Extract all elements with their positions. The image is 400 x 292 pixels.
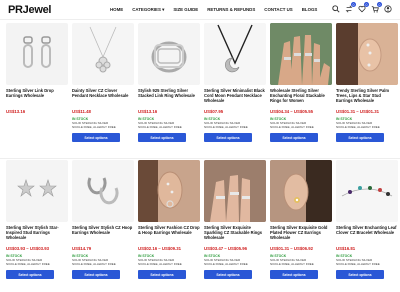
product-price: US$04.34 – US$05.55 bbox=[270, 109, 314, 114]
product-price: US$13.16 bbox=[6, 109, 26, 114]
product-image[interactable] bbox=[270, 160, 332, 222]
product-image[interactable] bbox=[336, 23, 398, 85]
feature-bullet: NICKLE FREE, ALLERGY FREE bbox=[72, 125, 116, 130]
product-card[interactable]: Sterling Silver Stylish Star-Inspired St… bbox=[6, 160, 68, 280]
cart-icon[interactable]: 0 bbox=[370, 2, 382, 13]
product-price: US$03.93 – US$03.93 bbox=[6, 246, 50, 251]
nav-home[interactable]: HOME bbox=[110, 7, 123, 13]
product-image[interactable] bbox=[72, 23, 134, 85]
feature-bullet: NICKLE FREE, ALLERGY FREE bbox=[270, 125, 314, 130]
nav-categories[interactable]: CATEGORIES ▾ bbox=[132, 7, 164, 13]
compare-badge: 0 bbox=[351, 2, 356, 7]
product-price: US$13.16 bbox=[138, 109, 158, 114]
nav-returns[interactable]: RETURNS & REFUNDS bbox=[207, 7, 255, 13]
select-options-button[interactable]: Select options bbox=[72, 133, 120, 143]
cart-badge: 0 bbox=[377, 2, 382, 7]
product-title[interactable]: Trendy Sterling Silver Palm Trees, Lips … bbox=[336, 88, 398, 108]
product-card[interactable]: Dainty Silver CZ Clover Pendant Necklace… bbox=[72, 23, 134, 143]
product-title[interactable]: Stylish 925 Sterling Silver Stacked Link… bbox=[138, 88, 200, 108]
feature-bullet: NICKLE FREE, ALLERGY FREE bbox=[336, 262, 380, 267]
product-card[interactable]: Trendy Sterling Silver Palm Trees, Lips … bbox=[336, 23, 398, 143]
product-price: US$03.47 – US$05.96 bbox=[204, 246, 248, 251]
select-options-button[interactable]: Select options bbox=[204, 133, 252, 143]
feature-bullet: NICKLE FREE, ALLERGY FREE bbox=[270, 262, 314, 267]
product-title[interactable]: Sterling Silver Stylish Star-Inspired St… bbox=[6, 225, 68, 245]
select-options-button[interactable]: Select options bbox=[270, 270, 318, 280]
feature-bullet: NICKLE FREE, ALLERGY FREE bbox=[72, 262, 116, 267]
feature-bullet: NICKLE FREE, ALLERGY FREE bbox=[336, 125, 380, 130]
product-card[interactable]: Wholesale Sterling Silver Enchanting Flo… bbox=[270, 23, 332, 143]
select-options-button[interactable]: Select options bbox=[336, 133, 384, 143]
feature-bullet: NICKLE FREE, ALLERGY FREE bbox=[204, 125, 248, 130]
feature-bullet: NICKLE FREE, ALLERGY FREE bbox=[138, 262, 182, 267]
product-price: US$14.79 bbox=[72, 246, 92, 251]
product-card[interactable]: Sterling Silver Fashion CZ Drop & Hoop E… bbox=[138, 160, 200, 280]
product-image[interactable] bbox=[6, 160, 68, 222]
product-card[interactable]: Stylish 925 Sterling Silver Stacked Link… bbox=[138, 23, 200, 143]
select-options-button[interactable]: Select options bbox=[6, 270, 54, 280]
row-divider bbox=[0, 158, 400, 159]
compare-icon[interactable]: 0 bbox=[344, 2, 356, 13]
site-logo[interactable]: PRJewel bbox=[8, 4, 51, 16]
select-options-button[interactable]: Select options bbox=[204, 270, 252, 280]
product-card[interactable]: Sterling Silver Enchanting Leaf Clover C… bbox=[336, 160, 398, 280]
product-image[interactable] bbox=[204, 23, 266, 85]
product-card[interactable]: Sterling Silver Exquisite Gold Plated Fl… bbox=[270, 160, 332, 280]
product-price: US$01.31 – US$01.31 bbox=[336, 109, 380, 114]
product-image[interactable] bbox=[336, 160, 398, 222]
product-title[interactable]: Wholesale Sterling Silver Enchanting Flo… bbox=[270, 88, 332, 108]
search-icon[interactable] bbox=[331, 4, 340, 13]
product-title[interactable]: Sterling Silver Minimalist Black Cord Mo… bbox=[204, 88, 266, 108]
product-card[interactable]: Sterling Silver Exquisite Sparkling CZ S… bbox=[204, 160, 266, 280]
nav-blogs[interactable]: BLOGS bbox=[302, 7, 318, 13]
product-image[interactable] bbox=[204, 160, 266, 222]
feature-bullet: NICKLE FREE, ALLERGY FREE bbox=[138, 125, 182, 130]
product-image[interactable] bbox=[138, 160, 200, 222]
product-price: US$16.81 bbox=[336, 246, 356, 251]
nav-size-guide[interactable]: SIZE GUIDE bbox=[173, 7, 198, 13]
product-title[interactable]: Sterling Silver Enchanting Leaf Clover C… bbox=[336, 225, 398, 245]
product-title[interactable]: Sterling Silver Stylish CZ Hoop Earrings… bbox=[72, 225, 134, 245]
product-title[interactable]: Sterling Silver Link Drop Earrings Whole… bbox=[6, 88, 68, 108]
site-header: PRJewel HOME CATEGORIES ▾ SIZE GUIDE RET… bbox=[0, 0, 400, 20]
product-title[interactable]: Sterling Silver Exquisite Gold Plated Fl… bbox=[270, 225, 332, 245]
user-icon[interactable] bbox=[383, 4, 392, 13]
wishlist-icon[interactable]: 0 bbox=[357, 2, 369, 13]
product-title[interactable]: Sterling Silver Fashion CZ Drop & Hoop E… bbox=[138, 225, 200, 245]
select-options-button[interactable]: Select options bbox=[336, 270, 384, 280]
product-card[interactable]: Sterling Silver Minimalist Black Cord Mo… bbox=[204, 23, 266, 143]
product-card[interactable]: Sterling Silver Link Drop Earrings Whole… bbox=[6, 23, 68, 114]
header-icons: 0 0 0 bbox=[331, 2, 392, 13]
product-image[interactable] bbox=[138, 23, 200, 85]
product-title[interactable]: Dainty Silver CZ Clover Pendant Necklace… bbox=[72, 88, 134, 108]
nav-contact[interactable]: CONTACT US bbox=[264, 7, 292, 13]
feature-bullet: NICKLE FREE, ALLERGY FREE bbox=[6, 262, 50, 267]
select-options-button[interactable]: Select options bbox=[138, 133, 186, 143]
select-options-button[interactable]: Select options bbox=[72, 270, 120, 280]
product-price: US$11.48 bbox=[72, 109, 91, 114]
product-title[interactable]: Sterling Silver Exquisite Sparkling CZ S… bbox=[204, 225, 266, 245]
product-image[interactable] bbox=[72, 160, 134, 222]
product-card[interactable]: Sterling Silver Stylish CZ Hoop Earrings… bbox=[72, 160, 134, 280]
product-price: US$07.95 bbox=[204, 109, 224, 114]
main-nav: HOME CATEGORIES ▾ SIZE GUIDE RETURNS & R… bbox=[110, 7, 326, 13]
select-options-button[interactable]: Select options bbox=[138, 270, 186, 280]
feature-bullet: NICKLE FREE, ALLERGY FREE bbox=[204, 262, 248, 267]
product-price: US$02.16 – US$09.31 bbox=[138, 246, 182, 251]
select-options-button[interactable]: Select options bbox=[270, 133, 318, 143]
product-image[interactable] bbox=[6, 23, 68, 85]
wishlist-badge: 0 bbox=[364, 2, 369, 7]
product-price: US$01.31 – US$06.92 bbox=[270, 246, 314, 251]
product-image[interactable] bbox=[270, 23, 332, 85]
